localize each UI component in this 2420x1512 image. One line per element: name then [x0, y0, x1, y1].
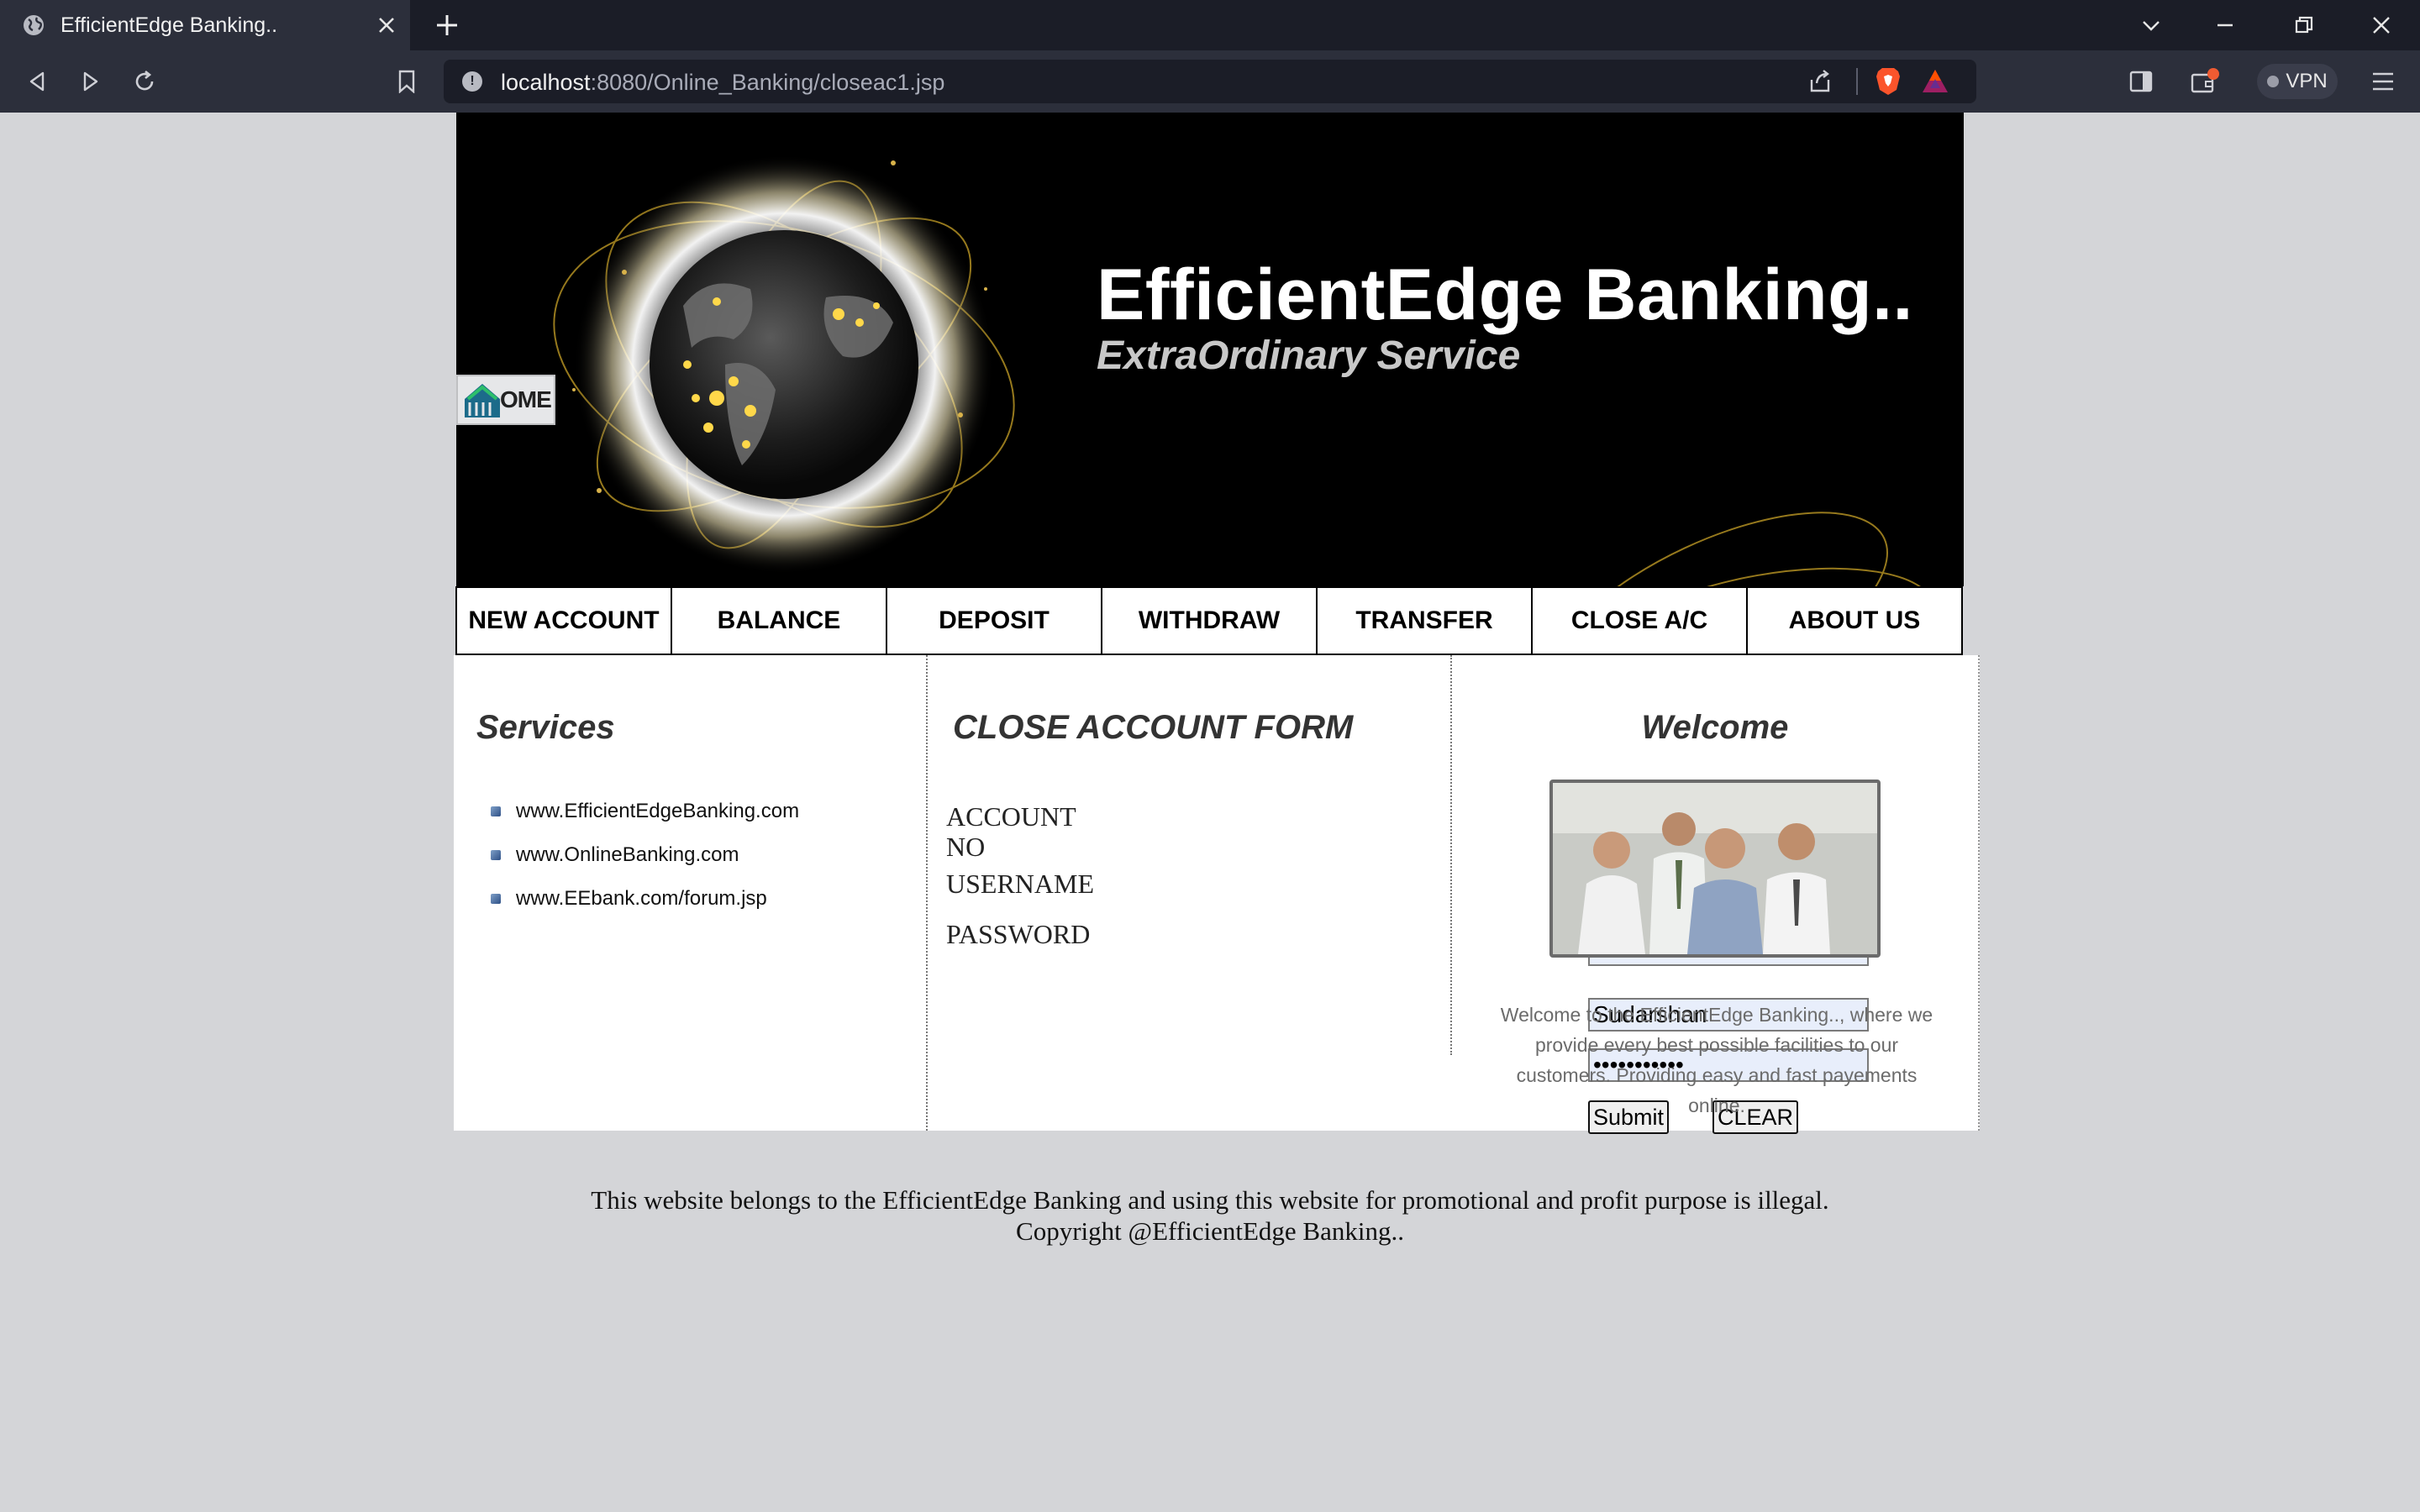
team-photo	[1549, 780, 1881, 958]
content-area: Services www.EfficientEdgeBanking.com ww…	[454, 655, 1980, 1134]
vpn-button[interactable]: VPN	[2257, 64, 2338, 99]
browser-toolbar: ! localhost:8080/Online_Banking/closeac1…	[0, 50, 2420, 113]
form-heading: CLOSE ACCOUNT FORM	[953, 709, 1354, 746]
reload-icon[interactable]	[128, 65, 161, 98]
new-tab-icon[interactable]	[430, 8, 464, 42]
vpn-status-icon	[2267, 76, 2280, 87]
nav-balance[interactable]: BALANCE	[672, 588, 887, 654]
form-column: CLOSE ACCOUNT FORM ACCOUNT NO USERNAME P…	[929, 655, 1452, 1055]
service-link[interactable]: www.OnlineBanking.com	[516, 843, 739, 867]
bullet-icon	[491, 850, 501, 860]
divider	[1856, 68, 1858, 95]
service-link[interactable]: www.EEbank.com/forum.jsp	[516, 887, 767, 911]
close-tab-icon[interactable]	[370, 8, 403, 42]
list-item[interactable]: www.EEbank.com/forum.jsp	[491, 877, 799, 921]
share-icon[interactable]	[1807, 68, 1833, 95]
username-label: USERNAME	[946, 869, 1095, 899]
footer-notice: This website belongs to the EfficientEdg…	[591, 1185, 1829, 1215]
header-banner: EfficientEdge Banking.. ExtraOrdinary Se…	[456, 113, 1964, 586]
home-button[interactable]: OME	[456, 375, 555, 425]
restore-icon[interactable]	[2287, 8, 2321, 42]
url-text: localhost:8080/Online_Banking/closeac1.j…	[501, 70, 945, 95]
tab-title: EfficientEdge Banking..	[60, 13, 278, 37]
nav-close-account[interactable]: CLOSE A/C	[1533, 588, 1748, 654]
home-label: OME	[500, 386, 552, 412]
rewards-icon[interactable]	[1921, 67, 1949, 96]
services-column: Services www.EfficientEdgeBanking.com ww…	[454, 655, 928, 1131]
nav-transfer[interactable]: TRANSFER	[1318, 588, 1533, 654]
menu-icon[interactable]	[2366, 65, 2400, 98]
page-footer: This website belongs to the EfficientEdg…	[0, 1184, 2420, 1247]
back-icon[interactable]	[20, 65, 54, 98]
minimize-icon[interactable]	[2208, 8, 2242, 42]
bullet-icon	[491, 806, 501, 816]
home-icon	[465, 384, 500, 417]
welcome-heading: Welcome	[1641, 709, 1789, 746]
services-heading: Services	[476, 709, 615, 746]
site-info-icon[interactable]: !	[462, 71, 482, 92]
site-subtitle: ExtraOrdinary Service	[1097, 333, 1521, 378]
main-nav: NEW ACCOUNT BALANCE DEPOSIT WITHDRAW TRA…	[455, 586, 1963, 655]
nav-about-us[interactable]: ABOUT US	[1748, 588, 1961, 654]
nav-withdraw[interactable]: WITHDRAW	[1102, 588, 1318, 654]
welcome-column: Welcome Welcome to the EfficientEdge Ban	[1454, 655, 1980, 1131]
browser-tab[interactable]: EfficientEdge Banking..	[0, 0, 410, 50]
service-link[interactable]: www.EfficientEdgeBanking.com	[516, 800, 799, 823]
sidebar-icon[interactable]	[2124, 65, 2158, 98]
chevron-down-icon[interactable]	[2134, 8, 2168, 42]
team-photo-image	[1553, 783, 1877, 954]
vpn-label: VPN	[2286, 70, 2328, 92]
site-title: EfficientEdge Banking..	[1097, 255, 1913, 335]
wallet-icon[interactable]	[2188, 65, 2222, 98]
forward-icon[interactable]	[74, 65, 108, 98]
nav-deposit[interactable]: DEPOSIT	[887, 588, 1102, 654]
services-list: www.EfficientEdgeBanking.com www.OnlineB…	[491, 790, 799, 921]
bullet-icon	[491, 894, 501, 904]
welcome-text: Welcome to the EfficientEdge Banking.., …	[1500, 1004, 1933, 1116]
list-item[interactable]: www.EfficientEdgeBanking.com	[491, 790, 799, 833]
close-window-icon[interactable]	[2365, 8, 2398, 42]
brave-shield-icon[interactable]	[1874, 66, 1902, 97]
footer-copyright: Copyright @EfficientEdge Banking..	[1016, 1216, 1404, 1246]
bookmark-icon[interactable]	[390, 65, 424, 98]
address-bar[interactable]: ! localhost:8080/Online_Banking/closeac1…	[444, 60, 1976, 103]
browser-tab-strip: EfficientEdge Banking..	[0, 0, 2420, 50]
globe-icon	[22, 13, 45, 37]
list-item[interactable]: www.OnlineBanking.com	[491, 833, 799, 877]
account-no-label: ACCOUNT NO	[946, 801, 1076, 862]
password-label: PASSWORD	[946, 919, 1091, 949]
nav-new-account[interactable]: NEW ACCOUNT	[457, 588, 672, 654]
